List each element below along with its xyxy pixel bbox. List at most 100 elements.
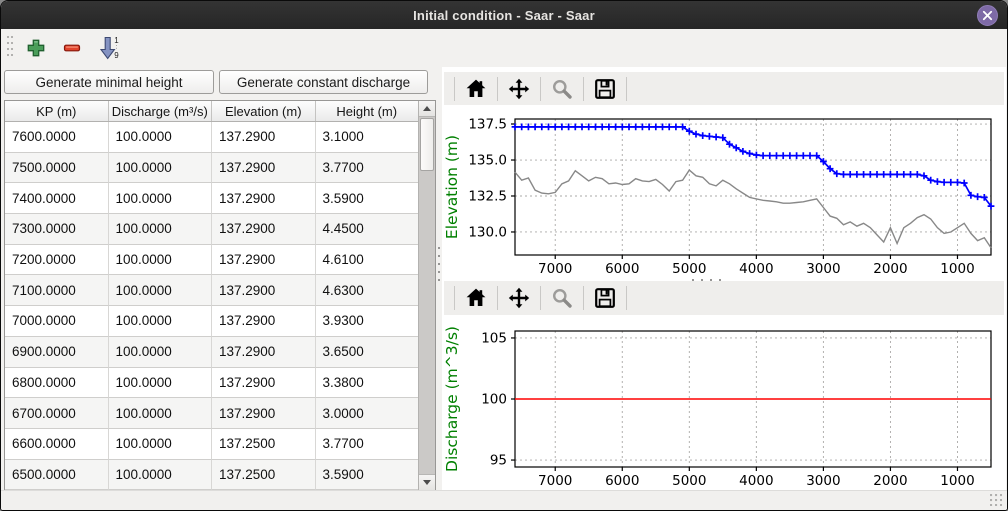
table-cell[interactable]: 7000.0000 [5,306,109,337]
discharge-chart[interactable]: 700060005000400030002000100010510095Disc… [442,317,1006,491]
table-cell[interactable]: 137.2900 [212,153,316,184]
add-row-button[interactable] [21,33,51,63]
toolbar-separator [497,286,498,310]
close-button[interactable] [977,5,998,26]
table-cell[interactable]: 4.6100 [316,245,419,276]
zoom-icon [551,287,573,309]
pan-button[interactable] [504,75,534,103]
table-cell[interactable]: 137.2900 [212,337,316,368]
table-cell[interactable]: 100.0000 [109,368,213,399]
table-cell[interactable]: 137.2900 [212,306,316,337]
table-cell[interactable]: 3.5900 [316,183,419,214]
table-cell[interactable]: 100.0000 [109,183,213,214]
table-row: 6600.0000100.0000137.25003.7700 [5,429,418,460]
save-button[interactable] [590,284,620,312]
table-cell[interactable]: 100.0000 [109,214,213,245]
table-row: 7500.0000100.0000137.29003.7700 [5,153,418,184]
table-cell[interactable]: 6500.0000 [5,460,109,490]
data-table: KP (m)Discharge (m³/s)Elevation (m)Heigh… [4,100,436,491]
titlebar: Initial condition - Saar - Saar [1,1,1007,29]
generate-minimal-height-button[interactable]: Generate minimal height [4,70,214,94]
table-cell[interactable]: 100.0000 [109,460,213,490]
table-cell[interactable]: 7100.0000 [5,275,109,306]
table-cell[interactable]: 100.0000 [109,429,213,460]
svg-text:4000: 4000 [739,261,773,277]
save-button[interactable] [590,75,620,103]
table-cell[interactable]: 137.2500 [212,460,316,490]
svg-text:1000: 1000 [940,261,974,277]
home-icon [465,78,487,100]
table-cell[interactable]: 6600.0000 [5,429,109,460]
scroll-down-button[interactable] [419,474,435,490]
svg-text:2000: 2000 [873,473,907,489]
table-cell[interactable]: 7300.0000 [5,214,109,245]
sort-button[interactable]: 1 : 9 [93,33,123,63]
svg-text:9: 9 [114,51,119,60]
table-row: 6500.0000100.0000137.25003.5900 [5,460,418,490]
svg-text:130.0: 130.0 [468,224,507,240]
table-cell[interactable]: 3.7700 [316,153,419,184]
table-cell[interactable]: 137.2500 [212,429,316,460]
svg-text:6000: 6000 [605,261,639,277]
table-cell[interactable]: 6800.0000 [5,368,109,399]
svg-text:5000: 5000 [672,261,706,277]
table-cell[interactable]: 137.2900 [212,214,316,245]
table-cell[interactable]: 100.0000 [109,245,213,276]
table-cell[interactable]: 4.4500 [316,214,419,245]
table-cell[interactable]: 137.2900 [212,398,316,429]
table-row: 7200.0000100.0000137.29004.6100 [5,245,418,276]
column-header[interactable]: Height (m) [316,101,419,121]
home-icon [465,287,487,309]
svg-text:137.5: 137.5 [468,117,507,133]
table-cell[interactable]: 3.9300 [316,306,419,337]
elevation-chart[interactable]: 7000600050004000300020001000137.5135.013… [442,105,1006,281]
table-cell[interactable]: 7400.0000 [5,183,109,214]
table-cell[interactable]: 6900.0000 [5,337,109,368]
table-cell[interactable]: 137.2900 [212,122,316,153]
generate-constant-discharge-button[interactable]: Generate constant discharge [219,70,428,94]
table-cell[interactable]: 3.6500 [316,337,419,368]
svg-text:7000: 7000 [538,473,572,489]
table-cell[interactable]: 100.0000 [109,275,213,306]
home-button[interactable] [461,75,491,103]
table-cell[interactable]: 3.3800 [316,368,419,399]
table-cell[interactable]: 6700.0000 [5,398,109,429]
svg-text:135.0: 135.0 [468,153,507,169]
table-cell[interactable]: 137.2900 [212,275,316,306]
remove-icon [62,38,82,58]
zoom-button[interactable] [547,75,577,103]
table-cell[interactable]: 3.0000 [316,398,419,429]
table-cell[interactable]: 3.5900 [316,460,419,490]
table-cell[interactable]: 100.0000 [109,306,213,337]
column-header[interactable]: Discharge (m³/s) [109,101,213,121]
table-cell[interactable]: 100.0000 [109,153,213,184]
table-cell[interactable]: 137.2900 [212,183,316,214]
table-cell[interactable]: 3.1000 [316,122,419,153]
vertical-scrollbar[interactable] [418,101,435,490]
home-button[interactable] [461,284,491,312]
scrollbar-thumb[interactable] [420,118,434,171]
toolbar-separator [583,286,584,310]
table-cell[interactable]: 137.2900 [212,245,316,276]
table-cell[interactable]: 100.0000 [109,122,213,153]
resize-grip[interactable] [990,494,1002,506]
table-cell[interactable]: 3.7700 [316,429,419,460]
table-cell[interactable]: 7500.0000 [5,153,109,184]
table-cell[interactable]: 137.2900 [212,368,316,399]
zoom-icon [551,78,573,100]
table-cell[interactable]: 100.0000 [109,337,213,368]
zoom-button[interactable] [547,284,577,312]
close-icon [982,10,993,21]
pan-button[interactable] [504,284,534,312]
table-cell[interactable]: 7600.0000 [5,122,109,153]
remove-row-button[interactable] [57,33,87,63]
column-header[interactable]: KP (m) [5,101,109,121]
table-cell[interactable]: 7200.0000 [5,245,109,276]
toolbar-drag-handle[interactable] [7,36,15,60]
table-cell[interactable]: 4.6300 [316,275,419,306]
scroll-up-button[interactable] [419,101,435,117]
table-cell[interactable]: 100.0000 [109,398,213,429]
save-icon [594,287,616,309]
column-header[interactable]: Elevation (m) [212,101,316,121]
svg-text:3000: 3000 [806,261,840,277]
